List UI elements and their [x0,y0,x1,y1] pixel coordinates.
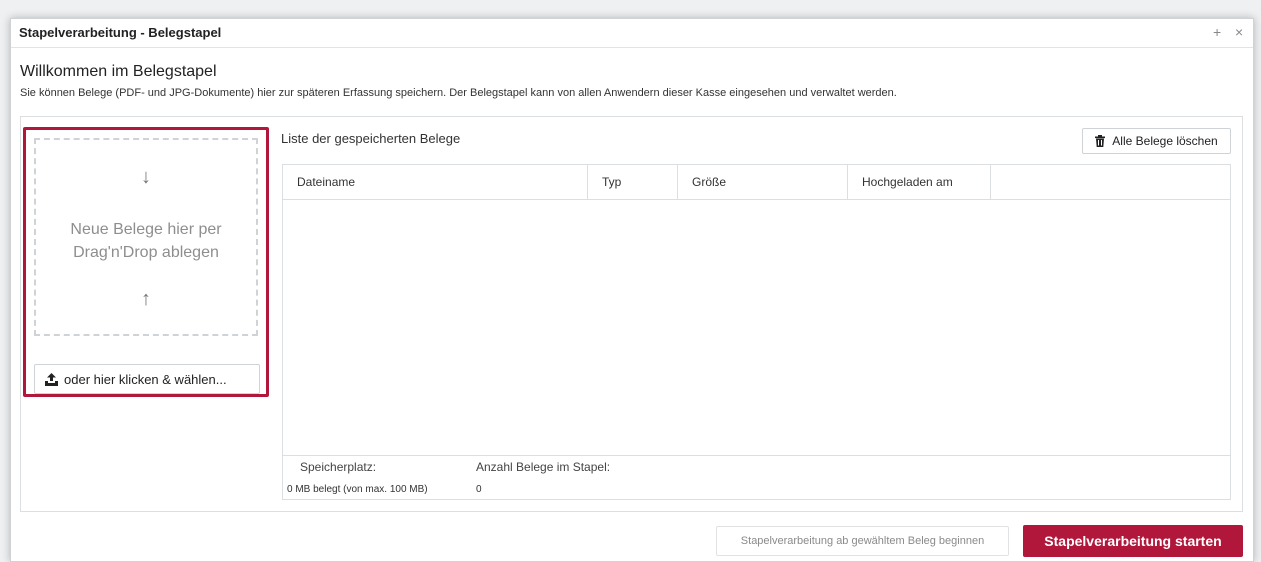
count-label: Anzahl Belege im Stapel: [476,460,611,474]
list-title: Liste der gespeicherten Belege [281,131,461,146]
storage-label: Speicherplatz: [300,460,377,474]
upload-icon [45,372,58,386]
close-icon[interactable]: × [1235,24,1243,40]
column-header-type[interactable]: Typ [588,165,678,199]
plus-icon[interactable]: + [1213,24,1221,40]
column-header-filename[interactable]: Dateiname [283,165,588,199]
upload-panel: ↓ Neue Belege hier per Drag'n'Drop ableg… [23,127,269,397]
delete-all-button[interactable]: Alle Belege löschen [1082,128,1231,154]
dialog-titlebar: Stapelverarbeitung - Belegstapel + × [11,19,1253,48]
drop-zone-line-2: Drag'n'Drop ablegen [73,244,219,261]
content-panel: ↓ Neue Belege hier per Drag'n'Drop ableg… [20,116,1243,512]
drop-zone-line-1: Neue Belege hier per [70,221,222,238]
choose-files-button[interactable]: oder hier klicken & wählen... [34,364,260,394]
trash-icon [1095,135,1106,147]
table-footer: Speicherplatz: Anzahl Belege im Stapel: … [283,455,1230,499]
dialog-title: Stapelverarbeitung - Belegstapel [19,25,222,40]
drop-zone-text: Neue Belege hier per Drag'n'Drop ablegen [36,218,256,264]
welcome-title: Willkommen im Belegstapel [20,63,217,80]
column-header-uploaded[interactable]: Hochgeladen am [848,165,991,199]
delete-all-label: Alle Belege löschen [1112,134,1218,148]
arrow-up-icon: ↑ [141,288,151,310]
table-header: Dateiname Typ Größe Hochgeladen am [283,165,1230,200]
start-from-selected-button[interactable]: Stapelverarbeitung ab gewähltem Beleg be… [716,526,1009,556]
drop-zone[interactable]: ↓ Neue Belege hier per Drag'n'Drop ableg… [34,138,258,336]
welcome-description: Sie können Belege (PDF- und JPG-Dokument… [20,87,897,99]
count-value: 0 [476,484,482,495]
column-header-size[interactable]: Größe [678,165,848,199]
documents-table: Dateiname Typ Größe Hochgeladen am Speic… [282,164,1231,500]
arrow-down-icon: ↓ [141,166,151,188]
choose-files-label: oder hier klicken & wählen... [64,371,227,387]
storage-value: 0 MB belegt (von max. 100 MB) [287,484,428,495]
batch-dialog: Stapelverarbeitung - Belegstapel + × Wil… [10,18,1254,562]
start-batch-button[interactable]: Stapelverarbeitung starten [1023,525,1243,557]
